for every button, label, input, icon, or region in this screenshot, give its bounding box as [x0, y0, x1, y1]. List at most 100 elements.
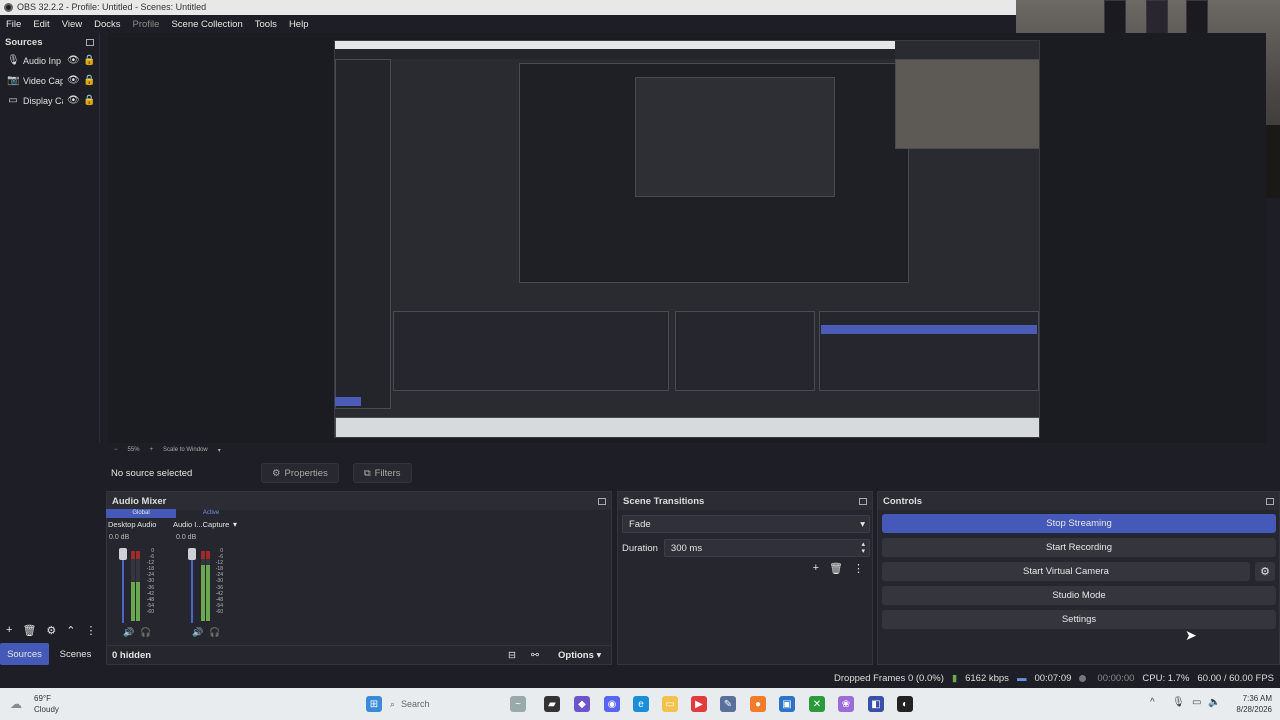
undock-icon[interactable]	[1266, 497, 1274, 505]
transition-select[interactable]: Fade ▾	[622, 515, 870, 533]
filters-button[interactable]: ⧉ Filters	[352, 463, 412, 483]
layout-icon[interactable]: ⊟	[508, 650, 516, 661]
tab-sources[interactable]: Sources	[0, 643, 49, 665]
zoom-in-icon[interactable]: +	[150, 447, 154, 453]
photos-icon[interactable]: ❀	[838, 696, 854, 712]
menu-scene-collection[interactable]: Scene Collection	[171, 19, 242, 30]
mixer-tab-active[interactable]: Active	[176, 509, 246, 518]
search-icon: ⌕	[390, 698, 396, 709]
dock-tabs: Sources Scenes	[0, 643, 100, 665]
level-meter-capture-r	[206, 551, 210, 621]
zoom-mode[interactable]: Scale to Window	[163, 447, 208, 453]
lock-icon[interactable]: 🔒	[83, 96, 95, 106]
xbox-icon[interactable]: ✕	[809, 696, 825, 712]
add-icon[interactable]: +	[813, 562, 819, 575]
menu-file[interactable]: File	[6, 19, 21, 30]
trash-icon[interactable]: 🗑	[829, 562, 843, 575]
nested-preview-inner	[635, 77, 835, 197]
store-icon[interactable]: ▣	[779, 696, 795, 712]
chevron-down-icon[interactable]: ▾	[218, 447, 221, 454]
move-up-icon[interactable]: ⌃	[66, 624, 75, 640]
context-bar: No source selected ⚙ Properties ⧉ Filter…	[107, 461, 1266, 485]
nested-transitions	[675, 311, 815, 391]
gear-icon[interactable]: ⚙	[1255, 562, 1275, 581]
sources-dock-header: Sources	[0, 33, 99, 51]
media-icon[interactable]: ▶	[691, 696, 707, 712]
lock-icon[interactable]: 🔒	[83, 56, 95, 66]
more-icon[interactable]: ⋮	[853, 562, 864, 575]
speaker-icon[interactable]: 🔊	[123, 627, 134, 638]
tab-scenes[interactable]: Scenes	[51, 643, 100, 665]
chevron-up-icon[interactable]: ^	[1150, 697, 1155, 708]
hidden-count: 0 hidden	[112, 650, 152, 661]
obs-icon[interactable]: ◐	[897, 696, 913, 712]
channel-name-desktop: Desktop Audio	[108, 520, 157, 529]
copilot-icon[interactable]: ◆	[574, 696, 590, 712]
spin-arrows-icon[interactable]: ▴ ▾	[861, 541, 865, 555]
record-time: 00:00:00	[1097, 672, 1135, 684]
lock-icon[interactable]: 🔒	[83, 76, 95, 86]
source-item-display[interactable]: ▭ Display Ca 👁 🔒	[0, 91, 99, 111]
source-item-video[interactable]: 📷 Video Cap 👁 🔒	[0, 71, 99, 91]
network-icon[interactable]: ▭	[1192, 697, 1201, 708]
headphones-icon[interactable]: 🎧	[209, 627, 220, 638]
app-icon[interactable]: ●	[750, 696, 766, 712]
start-recording-button[interactable]: Start Recording	[882, 538, 1276, 557]
taskbar-clock[interactable]: 7:36 AM 8/28/2026	[1236, 693, 1272, 715]
widget-icon[interactable]: ~	[510, 696, 526, 712]
gear-icon[interactable]: ⚙	[46, 624, 56, 640]
more-icon[interactable]: ⋮	[86, 624, 97, 640]
fader-knob[interactable]	[119, 548, 127, 560]
microphone-icon[interactable]: 🎙	[1172, 697, 1185, 708]
menu-view[interactable]: View	[62, 19, 82, 30]
file-explorer-icon[interactable]: ▭	[662, 696, 678, 712]
chevron-down-icon[interactable]: ▾	[233, 520, 237, 529]
zoom-out-icon[interactable]: −	[114, 447, 118, 453]
link-icon[interactable]: ⚯	[531, 650, 539, 661]
volume-slider-capture[interactable]	[191, 553, 193, 623]
headphones-icon[interactable]: 🎧	[140, 627, 151, 638]
edge-icon[interactable]: e	[633, 696, 649, 712]
volume-slider-desktop[interactable]	[122, 553, 124, 623]
studio-mode-button[interactable]: Studio Mode	[882, 586, 1276, 605]
app-icon[interactable]: ◧	[868, 696, 884, 712]
trash-icon[interactable]: 🗑	[22, 624, 36, 640]
eye-icon[interactable]: 👁	[67, 56, 80, 66]
discord-icon[interactable]: ◉	[604, 696, 620, 712]
weather-temp: 69°F	[34, 694, 51, 703]
duration-spinbox[interactable]: 300 ms ▴ ▾	[663, 539, 870, 557]
menu-profile[interactable]: Profile	[133, 19, 160, 30]
fader-knob[interactable]	[188, 548, 196, 560]
start-icon[interactable]: ⊞	[366, 696, 382, 712]
level-meter-desktop-r	[136, 551, 140, 621]
volume-icon[interactable]: 🔈	[1208, 697, 1220, 708]
microphone-icon: 🎙	[7, 55, 20, 66]
menu-help[interactable]: Help	[289, 19, 309, 30]
options-button[interactable]: Options ▾	[558, 650, 601, 661]
menu-tools[interactable]: Tools	[255, 19, 277, 30]
start-virtual-camera-button[interactable]: Start Virtual Camera	[882, 562, 1250, 581]
preview-canvas[interactable]	[334, 40, 1040, 438]
paint-icon[interactable]: ✎	[720, 696, 736, 712]
undock-icon[interactable]	[859, 497, 867, 505]
meter-scale: 0 -6 -12 -18 -24 -30 -36 -42 -48 -54 -60	[215, 548, 223, 615]
scene-transitions-dock: Scene Transitions Fade ▾ Duration 300 ms…	[617, 491, 873, 665]
eye-icon[interactable]: 👁	[67, 76, 80, 86]
eye-icon[interactable]: 👁	[67, 96, 80, 106]
undock-icon[interactable]	[86, 38, 94, 46]
undock-icon[interactable]	[598, 497, 606, 505]
controls-dock: Controls Stop Streaming Start Recording …	[877, 491, 1280, 665]
stop-streaming-button[interactable]: Stop Streaming	[882, 514, 1276, 533]
mixer-tab-global[interactable]: Global	[106, 509, 176, 518]
settings-button[interactable]: Settings	[882, 610, 1276, 629]
menu-edit[interactable]: Edit	[33, 19, 49, 30]
channel-db-desktop: 0.0 dB	[109, 534, 130, 541]
properties-button[interactable]: ⚙ Properties	[261, 463, 339, 483]
menu-docks[interactable]: Docks	[94, 19, 120, 30]
task-view-icon[interactable]: ▰	[544, 696, 560, 712]
speaker-icon[interactable]: 🔊	[192, 627, 203, 638]
source-label: Audio Inp	[23, 56, 62, 66]
source-item-audio[interactable]: 🎙 Audio Inp 👁 🔒	[0, 51, 99, 71]
add-icon[interactable]: +	[6, 624, 12, 640]
weather-widget[interactable]: 69°F Cloudy	[34, 693, 59, 715]
